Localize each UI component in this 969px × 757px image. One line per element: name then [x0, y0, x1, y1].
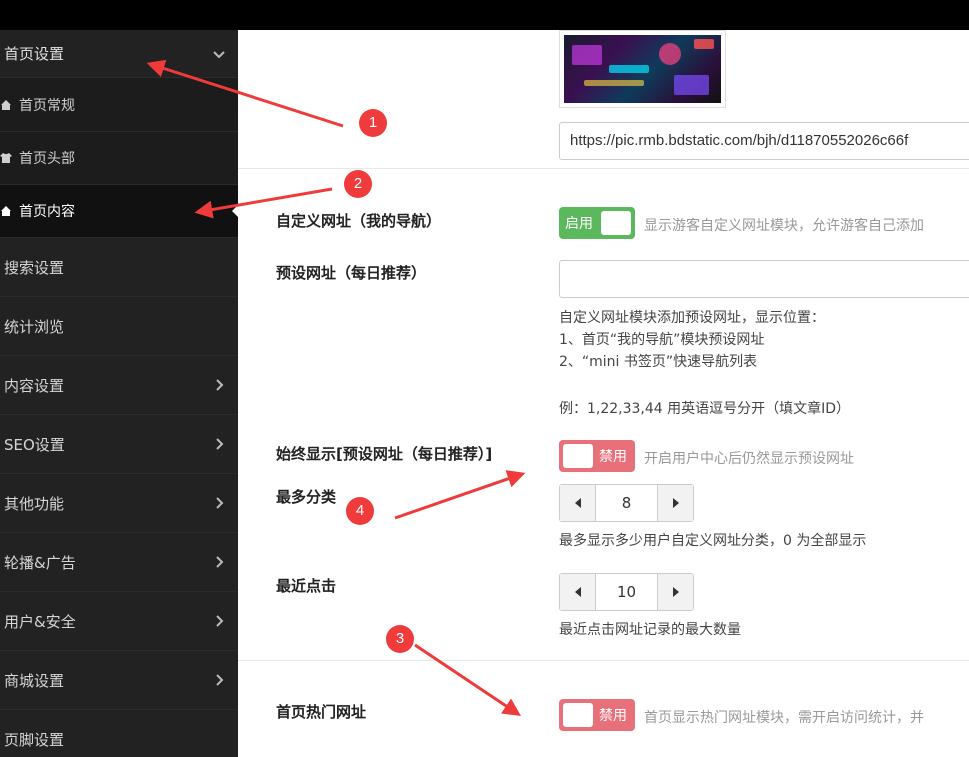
preset-url-label: 预设网址（每日推荐） — [276, 264, 427, 282]
custom-url-desc: 显示游客自定义网址模块，允许游客自己添加 — [644, 218, 924, 234]
increment-button[interactable] — [657, 574, 693, 610]
sidebar-item-label: 页脚设置 — [4, 731, 65, 749]
divider — [238, 168, 969, 169]
chevron-down-icon — [213, 50, 225, 58]
chevron-right-icon — [216, 438, 224, 450]
preset-url-example: 例：1,22,33,44 用英语逗号分开（填文章ID） — [559, 401, 851, 417]
hot-url-label: 首页热门网址 — [276, 703, 367, 721]
hot-url-desc: 首页显示热门网址模块，需开启访问统计，并 — [644, 710, 924, 726]
home-icon — [1, 99, 11, 110]
annotation-badge-4: 4 — [346, 497, 374, 525]
chevron-right-icon — [216, 674, 224, 686]
settings-panel: https://pic.rmb.bdstatic.com/bjh/d118705… — [238, 30, 969, 757]
toggle-knob — [601, 211, 631, 235]
triangle-right-icon — [672, 498, 679, 508]
sidebar-item-home-settings[interactable]: 首页设置 — [0, 30, 238, 78]
sidebar-sub-label: 首页常规 — [19, 97, 75, 114]
sidebar-sub-label: 首页头部 — [19, 151, 75, 167]
sidebar-sub-home-content[interactable]: 首页内容 — [0, 185, 238, 238]
sidebar-item-label: 内容设置 — [4, 376, 65, 395]
decrement-button[interactable] — [560, 485, 596, 521]
max-category-label: 最多分类 — [276, 488, 337, 506]
sidebar-item-label: 用户&安全 — [4, 612, 76, 631]
preset-url-input[interactable] — [559, 260, 969, 298]
annotation-badge-2: 2 — [344, 170, 372, 198]
annotation-badge-3: 3 — [386, 625, 414, 653]
toggle-knob — [563, 444, 593, 468]
max-category-stepper: 8 — [559, 484, 694, 522]
annotation-badge-1: 1 — [359, 109, 387, 137]
sidebar-item-stats[interactable]: 统计浏览 — [0, 297, 238, 356]
preset-url-hint-1: 自定义网址模块添加预设网址，显示位置： — [559, 310, 825, 326]
increment-button[interactable] — [657, 485, 693, 521]
chevron-right-icon — [216, 379, 224, 391]
sidebar-sub-home-header[interactable]: 首页头部 — [0, 132, 238, 185]
image-url-input[interactable]: https://pic.rmb.bdstatic.com/bjh/d118705… — [559, 122, 969, 160]
recent-click-label: 最近点击 — [276, 577, 337, 595]
sidebar-item-content[interactable]: 内容设置 — [0, 356, 238, 415]
sidebar-item-label: 搜索设置 — [4, 258, 65, 277]
toggle-label: 禁用 — [599, 449, 627, 465]
always-show-label: 始终显示[预设网址（每日推荐）] — [276, 445, 493, 463]
shirt-icon — [0, 153, 12, 163]
toggle-knob — [563, 703, 593, 727]
toggle-label: 启用 — [565, 216, 593, 232]
sidebar-sub-label: 首页内容 — [19, 204, 75, 220]
sidebar-sub-home-general[interactable]: 首页常规 — [0, 78, 238, 132]
preset-url-hint-3: 2、“mini 书签页”快速导航列表 — [559, 354, 758, 370]
triangle-left-icon — [574, 587, 581, 597]
chevron-right-icon — [216, 497, 224, 509]
hot-url-toggle[interactable]: 禁用 — [559, 699, 635, 731]
chevron-right-icon — [216, 556, 224, 568]
max-category-value[interactable]: 8 — [596, 485, 657, 521]
sidebar-item-carousel-ads[interactable]: 轮播&广告 — [0, 533, 238, 592]
triangle-left-icon — [574, 498, 581, 508]
always-show-desc: 开启用户中心后仍然显示预设网址 — [644, 451, 854, 467]
sidebar: 首页设置 首页常规 首页头部 首页内容 搜索设置 统计浏览 内容设置 SEO设置… — [0, 30, 238, 757]
sidebar-item-other[interactable]: 其他功能 — [0, 474, 238, 533]
sidebar-item-user-security[interactable]: 用户&安全 — [0, 592, 238, 651]
recent-click-stepper: 10 — [559, 573, 694, 611]
image-preview — [559, 30, 726, 108]
recent-click-hint: 最近点击网址记录的最大数量 — [559, 622, 741, 638]
sidebar-item-footer[interactable]: 页脚设置 — [0, 710, 238, 757]
preset-url-hint-2: 1、首页“我的导航”模块预设网址 — [559, 332, 765, 348]
max-category-hint: 最多显示多少用户自定义网址分类，0 为全部显示 — [559, 533, 867, 549]
top-bar — [0, 0, 969, 30]
sidebar-item-label: 其他功能 — [4, 494, 65, 513]
recent-click-value[interactable]: 10 — [596, 574, 657, 610]
divider — [238, 660, 969, 661]
sidebar-item-search[interactable]: 搜索设置 — [0, 238, 238, 297]
image-preview-art — [564, 35, 721, 103]
home-icon — [1, 206, 11, 216]
sidebar-item-label: 商城设置 — [4, 671, 65, 690]
toggle-label: 禁用 — [599, 708, 627, 724]
sidebar-item-label: 轮播&广告 — [4, 553, 76, 572]
custom-url-label: 自定义网址（我的导航） — [276, 212, 442, 230]
custom-url-toggle[interactable]: 启用 — [559, 207, 635, 239]
sidebar-item-seo[interactable]: SEO设置 — [0, 415, 238, 474]
sidebar-item-label: SEO设置 — [4, 435, 65, 454]
chevron-right-icon — [216, 615, 224, 627]
sidebar-item-label: 统计浏览 — [4, 317, 65, 336]
decrement-button[interactable] — [560, 574, 596, 610]
sidebar-item-label: 首页设置 — [4, 45, 65, 63]
sidebar-item-shop[interactable]: 商城设置 — [0, 651, 238, 710]
always-show-toggle[interactable]: 禁用 — [559, 440, 635, 472]
triangle-right-icon — [672, 587, 679, 597]
